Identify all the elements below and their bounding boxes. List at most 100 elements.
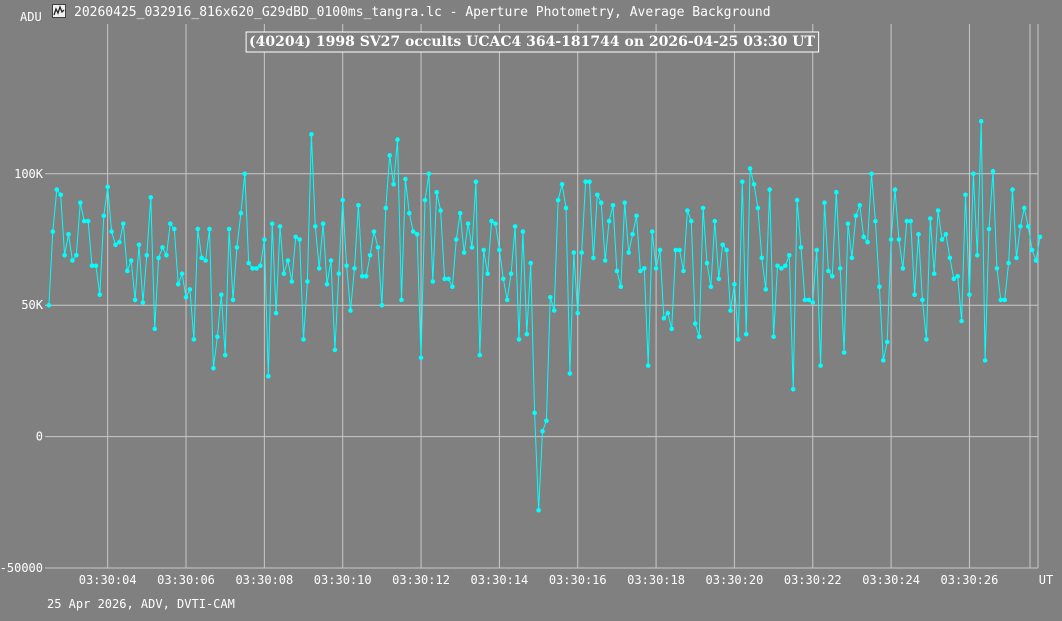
data-point [383, 205, 389, 211]
x-tick-label: 03:30:24 [862, 573, 920, 587]
data-point [438, 208, 443, 213]
data-point [524, 331, 530, 337]
data-point [426, 171, 432, 177]
data-point [716, 276, 722, 282]
data-point [481, 247, 487, 253]
y-tick-label: 50K [21, 298, 43, 312]
data-point [375, 245, 381, 250]
data-point [199, 255, 204, 261]
data-point [720, 242, 725, 248]
data-point [316, 266, 322, 271]
data-point [759, 255, 765, 261]
data-point [477, 352, 483, 358]
data-point [896, 237, 902, 242]
data-point [1037, 234, 1043, 240]
data-point [790, 387, 796, 392]
data-point [728, 308, 733, 313]
data-point [113, 242, 118, 248]
data-point [348, 308, 353, 313]
data-point [485, 271, 490, 277]
data-point [908, 218, 913, 224]
data-point [46, 302, 52, 308]
data-point [818, 363, 823, 368]
data-point [156, 255, 161, 261]
data-point [571, 250, 577, 255]
data-point [740, 179, 745, 184]
data-point [771, 334, 776, 340]
x-tick-label: 03:30:20 [706, 573, 764, 587]
data-point [121, 221, 126, 226]
data-point [551, 308, 557, 313]
data-point [305, 279, 310, 284]
data-point [285, 258, 291, 263]
data-point [657, 247, 663, 253]
data-point [873, 218, 878, 224]
data-point [888, 237, 894, 242]
data-point [892, 187, 898, 192]
data-point [246, 260, 251, 266]
data-point [563, 205, 569, 211]
x-tick-label: 03:30:06 [157, 573, 215, 587]
data-point [1025, 224, 1031, 229]
data-point [352, 266, 357, 271]
data-point [763, 287, 769, 292]
data-point [379, 302, 385, 308]
data-point [649, 229, 655, 234]
data-point [164, 253, 169, 258]
data-point [645, 363, 651, 368]
data-point [951, 276, 957, 282]
data-point [567, 371, 573, 376]
data-point [430, 279, 436, 284]
data-point [642, 266, 647, 271]
data-point [109, 229, 114, 234]
data-point [78, 200, 83, 205]
data-point [356, 203, 361, 208]
data-point [203, 258, 208, 263]
data-point [128, 258, 134, 263]
data-point [798, 245, 804, 250]
data-point [1014, 255, 1019, 261]
data-point [602, 258, 608, 263]
data-point [924, 337, 929, 342]
data-point [540, 429, 545, 434]
data-point [939, 237, 945, 242]
data-point [301, 337, 306, 342]
data-point [579, 250, 584, 255]
data-point [215, 334, 220, 340]
data-point [920, 297, 925, 303]
data-point [978, 118, 984, 124]
data-point [1006, 260, 1011, 266]
data-point [454, 237, 459, 242]
data-point [395, 137, 400, 142]
data-point [830, 274, 835, 279]
data-point [677, 247, 682, 253]
data-point [269, 221, 275, 226]
chart-title: (40204) 1998 SV27 occults UCAC4 364-1817… [249, 34, 815, 50]
data-point [935, 208, 941, 213]
data-point [618, 284, 624, 290]
data-point [626, 250, 631, 255]
data-point [708, 284, 714, 290]
data-point [634, 213, 639, 219]
chart-title-box: (40204) 1998 SV27 occults UCAC4 364-1817… [245, 31, 820, 53]
data-point [595, 192, 600, 198]
data-point [1033, 258, 1039, 263]
data-point [242, 171, 248, 177]
data-point [536, 507, 541, 513]
data-point [117, 239, 122, 245]
data-point [219, 292, 224, 298]
data-point [743, 331, 749, 337]
data-point [783, 263, 788, 269]
data-point [125, 268, 130, 274]
data-point [700, 205, 706, 211]
data-point [732, 281, 737, 287]
data-point [148, 195, 154, 200]
data-point [606, 218, 612, 224]
y-tick-label: 100K [14, 167, 44, 181]
data-point [912, 292, 917, 298]
data-point [928, 216, 933, 221]
data-point [277, 224, 283, 229]
data-point [963, 192, 968, 198]
data-point [669, 326, 674, 332]
data-point [689, 218, 694, 224]
